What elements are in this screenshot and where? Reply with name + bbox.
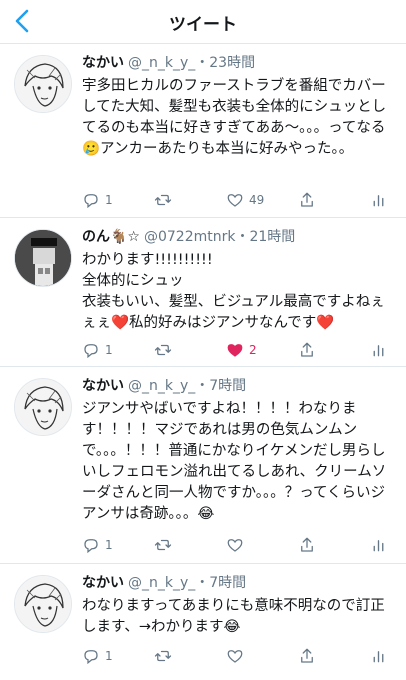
reply-icon bbox=[84, 650, 98, 665]
avatar[interactable] bbox=[14, 55, 72, 113]
avatar-sketch-icon bbox=[15, 576, 71, 632]
page-title: ツイート bbox=[169, 15, 237, 35]
separator-dot: ・ bbox=[195, 55, 210, 71]
like-button[interactable]: 49 bbox=[226, 189, 286, 211]
reply-count: 1 bbox=[105, 649, 113, 663]
analytics-icon bbox=[373, 195, 384, 207]
reply-button[interactable]: 1 bbox=[82, 339, 142, 361]
reply-button[interactable]: 1 bbox=[82, 534, 142, 556]
separator-dot: ・ bbox=[195, 575, 210, 591]
user-handle[interactable]: @_n_k_y_ bbox=[128, 575, 195, 591]
heart-icon bbox=[227, 539, 243, 552]
reply-count: 1 bbox=[105, 538, 113, 552]
tweet-text: 宇多田ヒカルのファーストラブを番組でカバーしてた大知、髪型も衣装も全体的にシュッ… bbox=[82, 78, 387, 157]
tweet-item[interactable]: なかい @_n_k_y_・7時間 わなりますってあまりにも意味不明なので訂正します… bbox=[0, 565, 406, 680]
tweet-actions: 1 bbox=[82, 534, 392, 556]
tweet-text: わかります!!!!!!!!!! 全体的にシュッ 衣装もいい、髪型、ビジュアル最高… bbox=[82, 252, 385, 331]
analytics-icon bbox=[373, 651, 384, 663]
analytics-button[interactable] bbox=[370, 534, 392, 556]
tweet-actions: 1 bbox=[82, 645, 392, 667]
retweet-button[interactable] bbox=[154, 189, 214, 211]
tweet-text: ジアンサやばいですよね！！！！わなります！！！！マジであれは男の色気ムンムンで。… bbox=[82, 401, 387, 522]
analytics-button[interactable] bbox=[370, 189, 392, 211]
share-button[interactable] bbox=[298, 534, 358, 556]
tweet-time[interactable]: 7時間 bbox=[209, 575, 246, 591]
tweet-actions: 1 2 bbox=[82, 339, 392, 361]
share-button[interactable] bbox=[298, 645, 358, 667]
heart-icon bbox=[227, 194, 243, 207]
analytics-button[interactable] bbox=[370, 339, 392, 361]
retweet-icon bbox=[154, 194, 172, 206]
share-icon bbox=[301, 648, 313, 663]
tweet-meta: なかい @_n_k_y_・23時間 bbox=[82, 53, 396, 73]
reply-button[interactable]: 1 bbox=[82, 189, 142, 211]
display-name[interactable]: なかい bbox=[82, 55, 124, 71]
tweet-text: わなりますってあまりにも意味不明なので訂正します、→わかります😂 bbox=[82, 598, 385, 635]
tweet-meta: なかい @_n_k_y_・7時間 bbox=[82, 573, 396, 593]
reply-icon bbox=[84, 344, 98, 359]
display-name[interactable]: なかい bbox=[82, 575, 124, 591]
reply-button[interactable]: 1 bbox=[82, 645, 142, 667]
retweet-icon bbox=[154, 344, 172, 356]
like-count: 2 bbox=[249, 343, 257, 357]
avatar-sketch-icon bbox=[15, 379, 71, 435]
avatar-sketch-icon bbox=[15, 56, 71, 112]
like-button[interactable] bbox=[226, 534, 286, 556]
tweet-actions: 1 49 bbox=[82, 189, 392, 211]
retweet-icon bbox=[154, 539, 172, 551]
avatar-photo-icon bbox=[15, 230, 71, 286]
tweet-item[interactable]: なかい @_n_k_y_・7時間 ジアンサやばいですよね！！！！わなります！！！！… bbox=[0, 368, 406, 564]
tweet-meta: のん🐐☆ @0722mtnrk・21時間 bbox=[82, 227, 396, 247]
retweet-button[interactable] bbox=[154, 645, 214, 667]
share-icon bbox=[301, 342, 313, 357]
user-handle[interactable]: @_n_k_y_ bbox=[128, 55, 195, 71]
heart-filled-icon bbox=[227, 344, 243, 357]
share-button[interactable] bbox=[298, 339, 358, 361]
reply-count: 1 bbox=[105, 343, 113, 357]
tweet-meta: なかい @_n_k_y_・7時間 bbox=[82, 376, 396, 396]
display-name[interactable]: のん🐐☆ bbox=[82, 229, 140, 245]
tweet-time[interactable]: 7時間 bbox=[209, 378, 246, 394]
header-bar: ツイート bbox=[0, 0, 406, 44]
display-name[interactable]: なかい bbox=[82, 378, 124, 394]
retweet-button[interactable] bbox=[154, 339, 214, 361]
reply-count: 1 bbox=[105, 193, 113, 207]
share-icon bbox=[301, 192, 313, 207]
like-count: 49 bbox=[249, 193, 265, 207]
tweet-time[interactable]: 23時間 bbox=[209, 55, 255, 71]
retweet-button[interactable] bbox=[154, 534, 214, 556]
separator-dot: ・ bbox=[235, 229, 250, 245]
share-icon bbox=[301, 537, 313, 552]
reply-icon bbox=[84, 539, 98, 554]
user-handle[interactable]: @0722mtnrk bbox=[144, 229, 236, 245]
retweet-icon bbox=[154, 650, 172, 662]
tweet-time[interactable]: 21時間 bbox=[249, 229, 295, 245]
avatar[interactable] bbox=[14, 575, 72, 633]
tweet-item[interactable]: のん🐐☆ @0722mtnrk・21時間 わかります!!!!!!!!!! 全体的に… bbox=[0, 219, 406, 367]
analytics-icon bbox=[373, 540, 384, 552]
avatar[interactable] bbox=[14, 378, 72, 436]
share-button[interactable] bbox=[298, 189, 358, 211]
user-handle[interactable]: @_n_k_y_ bbox=[128, 378, 195, 394]
analytics-icon bbox=[373, 345, 384, 357]
like-button[interactable]: 2 bbox=[226, 339, 286, 361]
avatar[interactable] bbox=[14, 229, 72, 287]
tweet-item[interactable]: なかい @_n_k_y_・23時間 宇多田ヒカルのファーストラブを番組でカバーして… bbox=[0, 45, 406, 218]
analytics-button[interactable] bbox=[370, 645, 392, 667]
heart-icon bbox=[227, 650, 243, 663]
separator-dot: ・ bbox=[195, 378, 210, 394]
like-button[interactable] bbox=[226, 645, 286, 667]
reply-icon bbox=[84, 194, 98, 209]
